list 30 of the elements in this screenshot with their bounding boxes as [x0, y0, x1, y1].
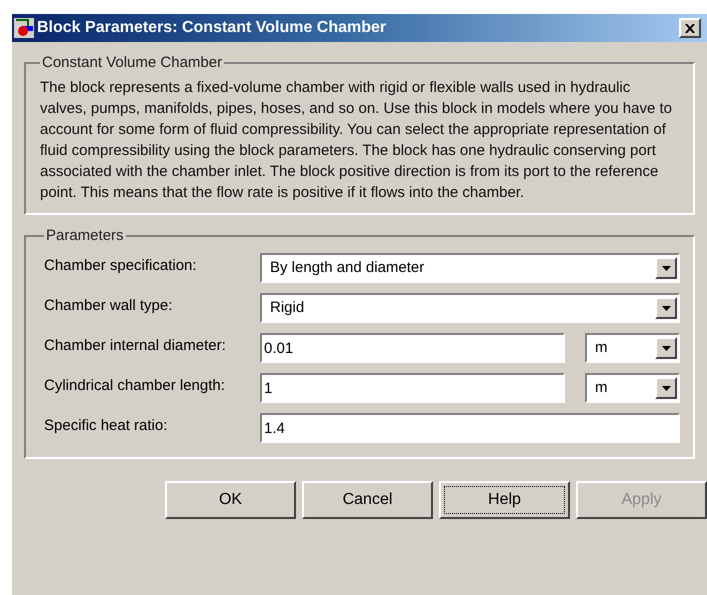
dropdown[interactable]: m: [585, 373, 680, 403]
dialog-button[interactable]: Cancel: [302, 481, 433, 519]
group-title: Constant Volume Chamber: [41, 53, 224, 73]
input-field[interactable]: 1.4: [260, 413, 680, 443]
caret-icon: [662, 266, 670, 270]
caret-icon: [662, 306, 670, 310]
window-title: Block Parameters: Constant Volume Chamber: [37, 18, 386, 38]
close-button[interactable]: [679, 18, 701, 38]
field-label: Specific heat ratio:: [44, 416, 168, 436]
dialog-button[interactable]: OK: [165, 481, 296, 519]
dropdown[interactable]: Rigid: [260, 293, 680, 323]
dropdown[interactable]: m: [585, 333, 680, 363]
dialog-button[interactable]: Help: [439, 481, 570, 519]
dropdown-arrow-button[interactable]: [655, 257, 677, 279]
input-field[interactable]: 1: [260, 373, 565, 403]
dropdown[interactable]: By length and diameter: [260, 253, 680, 283]
group-title: Parameters: [45, 226, 125, 246]
field-label: Cylindrical chamber length:: [44, 376, 226, 396]
close-icon: [685, 24, 695, 32]
caret-icon: [662, 346, 670, 350]
field-label: Chamber specification:: [44, 256, 198, 276]
dropdown-arrow-button[interactable]: [655, 297, 677, 319]
dropdown-arrow-button[interactable]: [655, 377, 677, 399]
block-icon: [14, 18, 34, 38]
field-label: Chamber internal diameter:: [44, 336, 227, 356]
input-field[interactable]: 0.01: [260, 333, 565, 363]
field-label: Chamber wall type:: [44, 296, 174, 316]
description-text: The block represents a fixed-volume chamber with rigid or flexible walls used in hydraulic valves, pumps, manifolds, pipes, hoses, and so on. Use this block in models where you have to account for some form of fluid compressibility. You can select the appropriate representation of fluid compressibility using the block parameters. The block has one hydraulic conserving port associated with the chamber inlet. The block positive direction is from its port to the reference point. This means that the flow rate is positive if it flows into the chamber.: [40, 78, 673, 202]
caret-icon: [662, 386, 670, 390]
dropdown-arrow-button[interactable]: [655, 337, 677, 359]
